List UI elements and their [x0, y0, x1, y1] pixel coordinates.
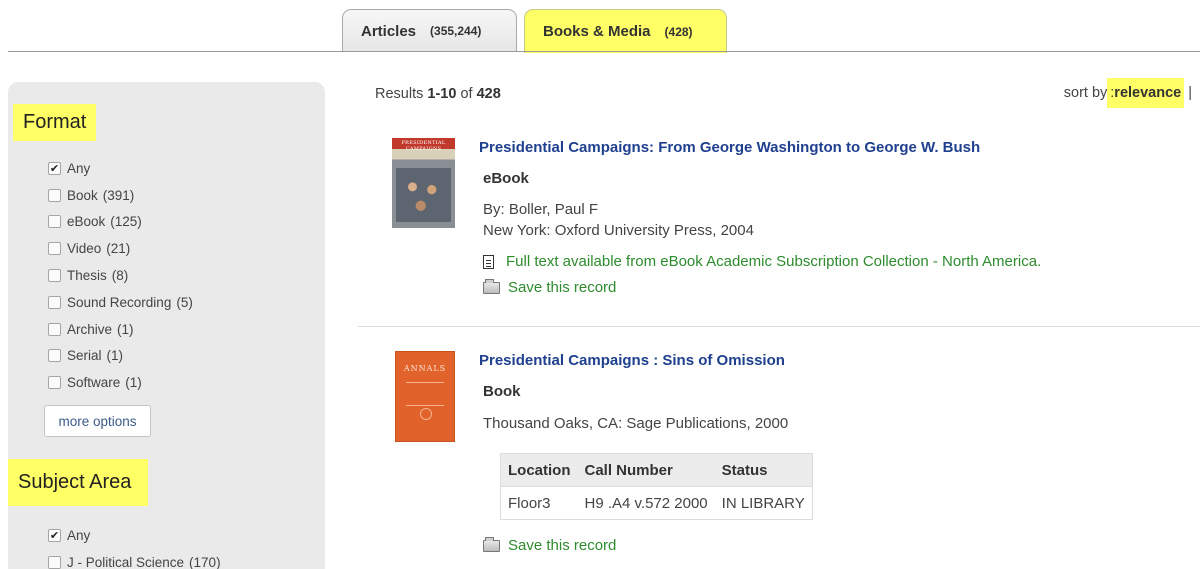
results-total: 428: [476, 86, 501, 102]
checkbox-icon[interactable]: [48, 188, 61, 202]
cover-seal-icon: [420, 408, 432, 420]
subject-facet-list: ✔ Any J - Political Science (170): [48, 522, 221, 569]
sort-control: sort by : relevance |: [1064, 78, 1192, 108]
tab-label: Books & Media: [543, 23, 651, 40]
facet-label: Serial: [67, 348, 102, 364]
more-options-button[interactable]: more options: [44, 405, 151, 437]
facet-count: (21): [106, 241, 131, 257]
full-text-label: Full text available from eBook Academic …: [506, 253, 1042, 270]
record-format: Book: [483, 383, 521, 400]
tab-articles[interactable]: Articles (355,244): [342, 9, 517, 52]
checkbox-icon[interactable]: [48, 269, 61, 283]
sort-separator: |: [1188, 85, 1192, 101]
facet-count: (5): [176, 294, 193, 310]
document-icon: [483, 254, 494, 269]
tab-label: Articles: [361, 22, 417, 40]
holdings-header-row: Location Call Number Status: [500, 453, 813, 487]
sort-label: sort by: [1063, 85, 1108, 101]
tab-count: (355,244): [430, 24, 482, 38]
facet-sidebar: Format ✔ Any Book (391) eBook (125) Vide…: [8, 82, 325, 569]
table-row: Floor3 H9 .A4 v.572 2000 IN LIBRARY: [500, 486, 813, 520]
format-option-ebook[interactable]: eBook (125): [48, 209, 193, 236]
format-option-sound-recording[interactable]: Sound Recording (5): [48, 289, 193, 316]
facet-count: (1): [125, 375, 142, 391]
holdings-header-status: Status: [714, 453, 813, 487]
record-title-link[interactable]: Presidential Campaigns: From George Wash…: [479, 139, 980, 156]
book-cover-image[interactable]: ANNALS: [395, 351, 455, 442]
holdings-status: IN LIBRARY: [714, 486, 813, 520]
checkbox-icon[interactable]: [48, 555, 61, 569]
save-record-link[interactable]: Save this record: [483, 536, 617, 554]
record-publication: Thousand Oaks, CA: Sage Publications, 20…: [483, 415, 789, 432]
folder-icon: [483, 536, 500, 552]
format-option-thesis[interactable]: Thesis (8): [48, 262, 193, 289]
cover-lines: [406, 382, 444, 406]
save-record-label: Save this record: [508, 537, 617, 554]
facet-label: Any: [67, 527, 91, 543]
facet-label: eBook: [67, 214, 106, 230]
save-record-link[interactable]: Save this record: [483, 278, 617, 296]
result-record: ANNALS Presidential Campaigns : Sins of …: [358, 340, 1200, 569]
facet-label: Software: [67, 375, 121, 391]
results-of: of: [456, 86, 477, 102]
results-range: 1-10: [427, 86, 457, 102]
facet-count: (125): [110, 214, 142, 230]
results-summary: Results 1-10 of 428: [375, 86, 501, 102]
results-prefix: Results: [375, 86, 428, 102]
facet-count: (8): [111, 268, 129, 284]
checkbox-icon[interactable]: [48, 295, 61, 309]
facet-label: Video: [67, 241, 102, 257]
format-option-archive[interactable]: Archive (1): [48, 316, 193, 343]
checkbox-icon[interactable]: [48, 322, 61, 336]
cover-art: [396, 168, 451, 222]
result-record: PRESIDENTIAL CAMPAIGNS Presidential Camp…: [358, 130, 1200, 327]
facet-label: J - Political Science: [67, 554, 185, 569]
facet-label: Sound Recording: [67, 294, 172, 310]
record-title-link[interactable]: Presidential Campaigns : Sins of Omissio…: [479, 352, 785, 369]
facet-label: Any: [67, 160, 91, 176]
sort-relevance-link[interactable]: relevance: [1114, 85, 1181, 101]
record-format: eBook: [483, 170, 529, 187]
folder-icon: [483, 278, 500, 294]
format-facet-heading: Format: [13, 104, 96, 141]
checkbox-icon[interactable]: [48, 215, 61, 229]
cover-title: PRESIDENTIAL CAMPAIGNS: [401, 140, 446, 152]
facet-label: Archive: [67, 321, 113, 337]
facet-label: Thesis: [67, 268, 107, 284]
format-option-serial[interactable]: Serial (1): [48, 343, 193, 370]
book-cover-image[interactable]: PRESIDENTIAL CAMPAIGNS: [392, 138, 455, 228]
checkbox-icon[interactable]: [48, 349, 61, 363]
holdings-header-call-number: Call Number: [577, 453, 715, 487]
facet-count: (1): [106, 348, 124, 364]
checkbox-icon[interactable]: [48, 242, 61, 256]
subject-facet-heading: Subject Area: [8, 459, 148, 506]
checkbox-checked-icon[interactable]: ✔: [48, 161, 61, 175]
format-facet-list: ✔ Any Book (391) eBook (125) Video (21) …: [48, 155, 193, 396]
record-author: By: Boller, Paul F: [483, 201, 599, 218]
subject-option-political-science[interactable]: J - Political Science (170): [48, 549, 221, 569]
facet-label: Book: [67, 187, 98, 203]
format-option-video[interactable]: Video (21): [48, 235, 193, 262]
format-option-any[interactable]: ✔ Any: [48, 155, 193, 182]
format-option-software[interactable]: Software (1): [48, 369, 193, 396]
holdings-table: Location Call Number Status Floor3 H9 .A…: [500, 453, 813, 520]
full-text-link[interactable]: Full text available from eBook Academic …: [483, 253, 1041, 270]
facet-count: (170): [189, 554, 221, 569]
sort-highlight: : relevance: [1107, 78, 1185, 108]
record-publication: New York: Oxford University Press, 2004: [483, 222, 754, 239]
facet-count: (391): [102, 187, 135, 203]
checkbox-icon[interactable]: [48, 376, 61, 390]
cover-title: ANNALS: [403, 364, 447, 373]
holdings-call-number: H9 .A4 v.572 2000: [577, 486, 715, 520]
tab-divider: [8, 51, 1200, 52]
holdings-header-location: Location: [500, 453, 578, 487]
tab-books-media[interactable]: Books & Media (428): [524, 9, 727, 53]
tab-count: (428): [664, 24, 693, 39]
holdings-location: Floor3: [500, 486, 578, 520]
format-option-book[interactable]: Book (391): [48, 182, 193, 209]
subject-option-any[interactable]: ✔ Any: [48, 522, 221, 549]
checkbox-checked-icon[interactable]: ✔: [48, 528, 61, 542]
save-record-label: Save this record: [508, 279, 617, 296]
facet-count: (1): [117, 321, 134, 337]
